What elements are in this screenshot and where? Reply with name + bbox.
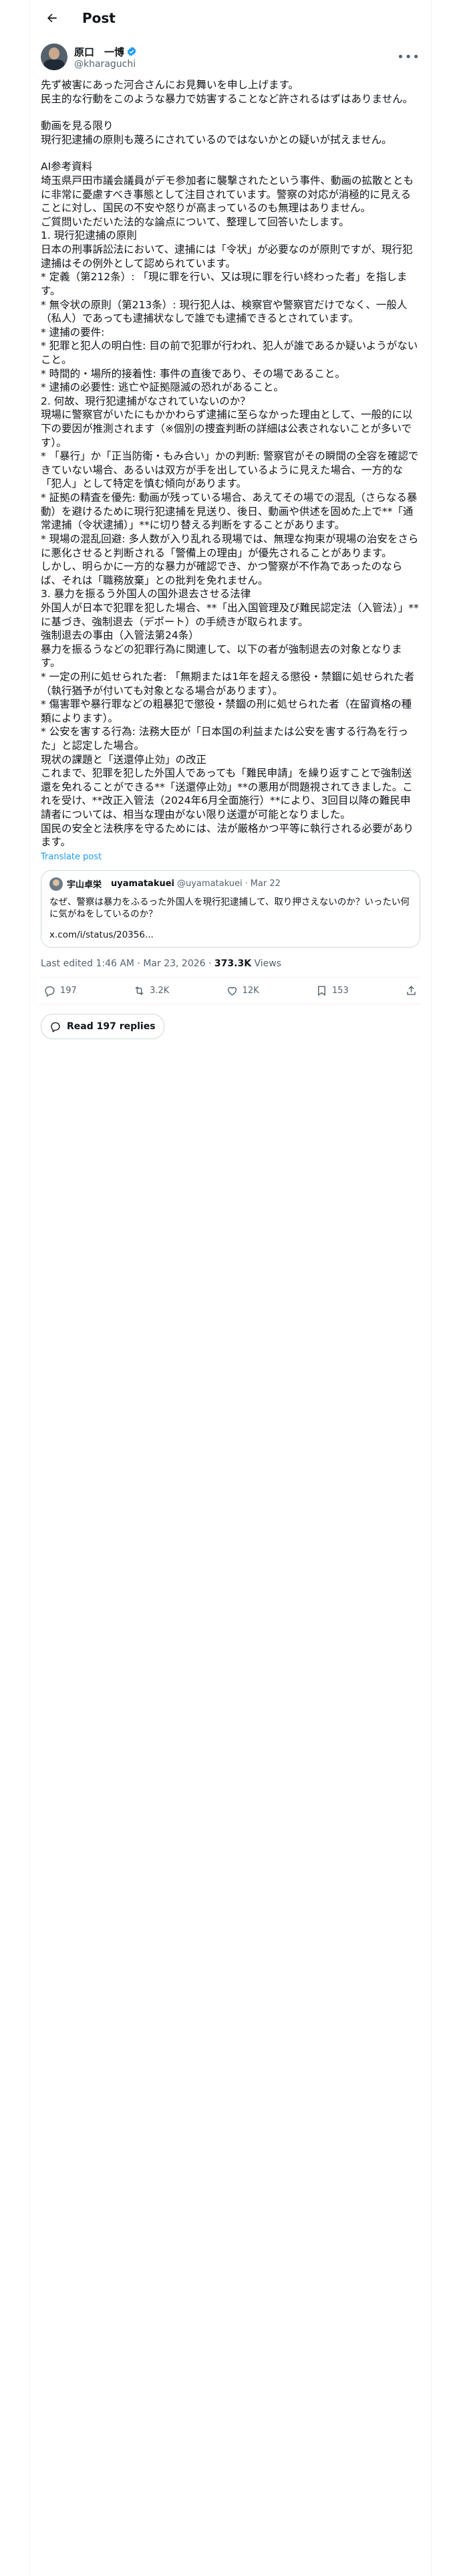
reply-icon — [45, 986, 55, 998]
post-line: 現行犯逮捕の原則も蔑ろにされているのではないかとの疑いが拭えません。 — [41, 133, 392, 146]
post-line: これまで、犯罪を犯した外国人であっても「難民申請」を繰り返すことで強制送還を免れ… — [41, 767, 413, 821]
top-bar: Post — [30, 0, 431, 35]
translate-post-link[interactable]: Translate post — [30, 849, 431, 862]
post-line: 埼玉県戸田市議会議員がデモ参加者に襲撃されたという事件、動画の拡散とともに非常に… — [41, 175, 414, 215]
share-icon — [407, 986, 416, 996]
quoted-author-username: uyamatakuei — [111, 879, 174, 889]
avatar[interactable] — [41, 43, 67, 70]
post-body: 先ず被害にあった河合さんにお見舞いを申し上げます。 民主的な行動をこのような暴力で… — [30, 70, 431, 849]
post-timestamp[interactable]: Last edited 1:46 AM · Mar 23, 2026 · — [41, 958, 214, 969]
post-line: * 時間的・場所的接着性: 事件の直後であり、その場であること。 — [41, 367, 345, 380]
page-title: Post — [82, 9, 116, 26]
share-button[interactable] — [405, 984, 418, 997]
post-line: * 傷害罪や暴行罪などの粗暴犯で懲役・禁錮の刑に処せられた者（在留資格の種類によ… — [41, 698, 412, 724]
like-count: 12K — [242, 986, 259, 996]
more-options-icon[interactable]: ••• — [397, 50, 420, 64]
post-line: AI参考資料 — [41, 160, 93, 173]
quoted-post[interactable]: 宇山卓栄 uyamatakuei @uyamatakuei · Mar 22 な… — [41, 869, 420, 948]
reply-count: 197 — [60, 986, 77, 996]
back-button[interactable] — [41, 7, 63, 29]
post-line: 3. 暴力を振るう外国人の国外退去させる法律 — [41, 588, 251, 601]
like-button[interactable]: 12K — [226, 984, 259, 997]
post-line: 現状の課題と「送還停止効」の改正 — [41, 753, 207, 766]
post-line: * 逮捕の要件: — [41, 326, 105, 338]
post-line: * 犯罪と犯人の明白性: 目の前で犯罪が行われ、犯人が誰であるか疑いようがないこ… — [41, 340, 418, 366]
post-line: * 現場の混乱回避: 多人数が入り乱れる現場では、無理な拘束が現場の治安をさらに… — [41, 532, 419, 559]
post-line: 外国人が日本で犯罪を犯した場合、**「出入国管理及び難民認定法（入管法）」**に… — [41, 601, 419, 628]
post-line: * 「暴行」か「正当防衛・もみ合い」かの判断: 警察官がその瞬間の全容を確認でき… — [41, 450, 419, 490]
post-line: 国民の安全と法秩序を守るためには、法が厳格かつ平等に執行される必要があります。 — [41, 822, 414, 849]
read-replies-label: Read 197 replies — [67, 1021, 156, 1033]
quoted-post-date: Mar 22 — [250, 879, 281, 889]
bookmark-button[interactable]: 153 — [315, 984, 349, 997]
post-line: * 無令状の原則（第213条）: 現行犯人は、検察官や警察官だけでなく、一般人（… — [41, 298, 408, 325]
views-count: 373.3K — [214, 958, 252, 970]
post-author: 原口 一博 @kharaguchi ••• — [30, 35, 431, 70]
post-line: 暴力を振るうなどの犯罪行為に関連して、以下の者が強制退去の対象となります。 — [41, 643, 402, 669]
post-line: 現場に警察官がいたにもかかわらず逮捕に至らなかった理由として、一般的に以下の要因… — [41, 409, 413, 449]
post-line: * 逮捕の必要性: 逃亡や証拠隠滅の恐れがあること。 — [41, 381, 284, 394]
quoted-post-text: なぜ、警察は暴力をふるった外国人を現行犯逮捕して、取り押さえないのか？いったい何… — [49, 896, 410, 920]
quoted-author-handle: @uyamatakuei — [177, 879, 243, 889]
read-replies-button[interactable]: Read 197 replies — [41, 1014, 164, 1040]
post-line: * 一定の刑に処せられた者: 「無期または1年を超える懲役・禁錮に処せられた者（… — [41, 670, 415, 697]
timeline-column: Post 原口 一博 @kharaguchi ••• 先ず被害にあった河合さんに… — [29, 0, 432, 2576]
post-line: 2. 何故、現行犯逮捕がなされていないのか？ — [41, 395, 251, 407]
reply-button[interactable]: 197 — [43, 984, 77, 998]
bookmark-count: 153 — [331, 986, 349, 996]
post-line: 先ず被害にあった河合さんにお見舞いを申し上げます。 — [41, 79, 299, 91]
post-line: 動画を見る限り — [41, 120, 114, 132]
bookmark-icon — [317, 986, 325, 996]
repost-icon — [135, 986, 144, 996]
verified-badge-icon — [127, 47, 136, 56]
post-line: 民主的な行動をこのような暴力で妨害することなど許されるはずはありません。 — [41, 92, 414, 105]
quoted-author-name: 宇山卓栄 — [67, 880, 102, 891]
heart-icon — [227, 987, 237, 996]
post-line: 強制退去の事由（入管法第24条） — [41, 629, 199, 642]
quoted-post-link[interactable]: x.com/i/status/20356... — [49, 930, 412, 940]
quoted-avatar — [49, 877, 63, 891]
post-line: 日本の刑事訴訟法において、逮捕には「令状」が必要なのが原則ですが、現行犯逮捕はそ… — [41, 243, 413, 270]
post-line: * 公安を害する行為: 法務大臣が「日本国の利益または公安を害する行為を行った」… — [41, 726, 408, 752]
post-line: 1. 現行犯逮捕の原則 — [41, 229, 137, 242]
author-handle: @kharaguchi — [74, 58, 136, 70]
author-name[interactable]: 原口 一博 — [74, 45, 124, 59]
post-meta: Last edited 1:46 AM · Mar 23, 2026 · 373… — [41, 948, 420, 978]
arrow-left-icon — [47, 13, 57, 22]
post-actions: 197 3.2K 12K 153 — [41, 978, 420, 1005]
post-line: * 定義（第212条）: 「現に罪を行い、又は現に罪を行い終わった者」を指します… — [41, 271, 408, 297]
reply-icon — [51, 1023, 60, 1033]
repost-button[interactable]: 3.2K — [133, 984, 169, 997]
post-line: しかし、明らかに一方的な暴力が確認でき、かつ警察が不作為であったのならば、それは… — [41, 560, 403, 586]
repost-count: 3.2K — [150, 986, 170, 996]
post-line: ご質問いただいた法的な論点について、整理して回答いたします。 — [41, 215, 349, 228]
post-line: * 証拠の精査を優先: 動画が残っている場合、あえてその場での混乱（さらなる暴動… — [41, 492, 418, 532]
views-label: Views — [251, 958, 282, 970]
